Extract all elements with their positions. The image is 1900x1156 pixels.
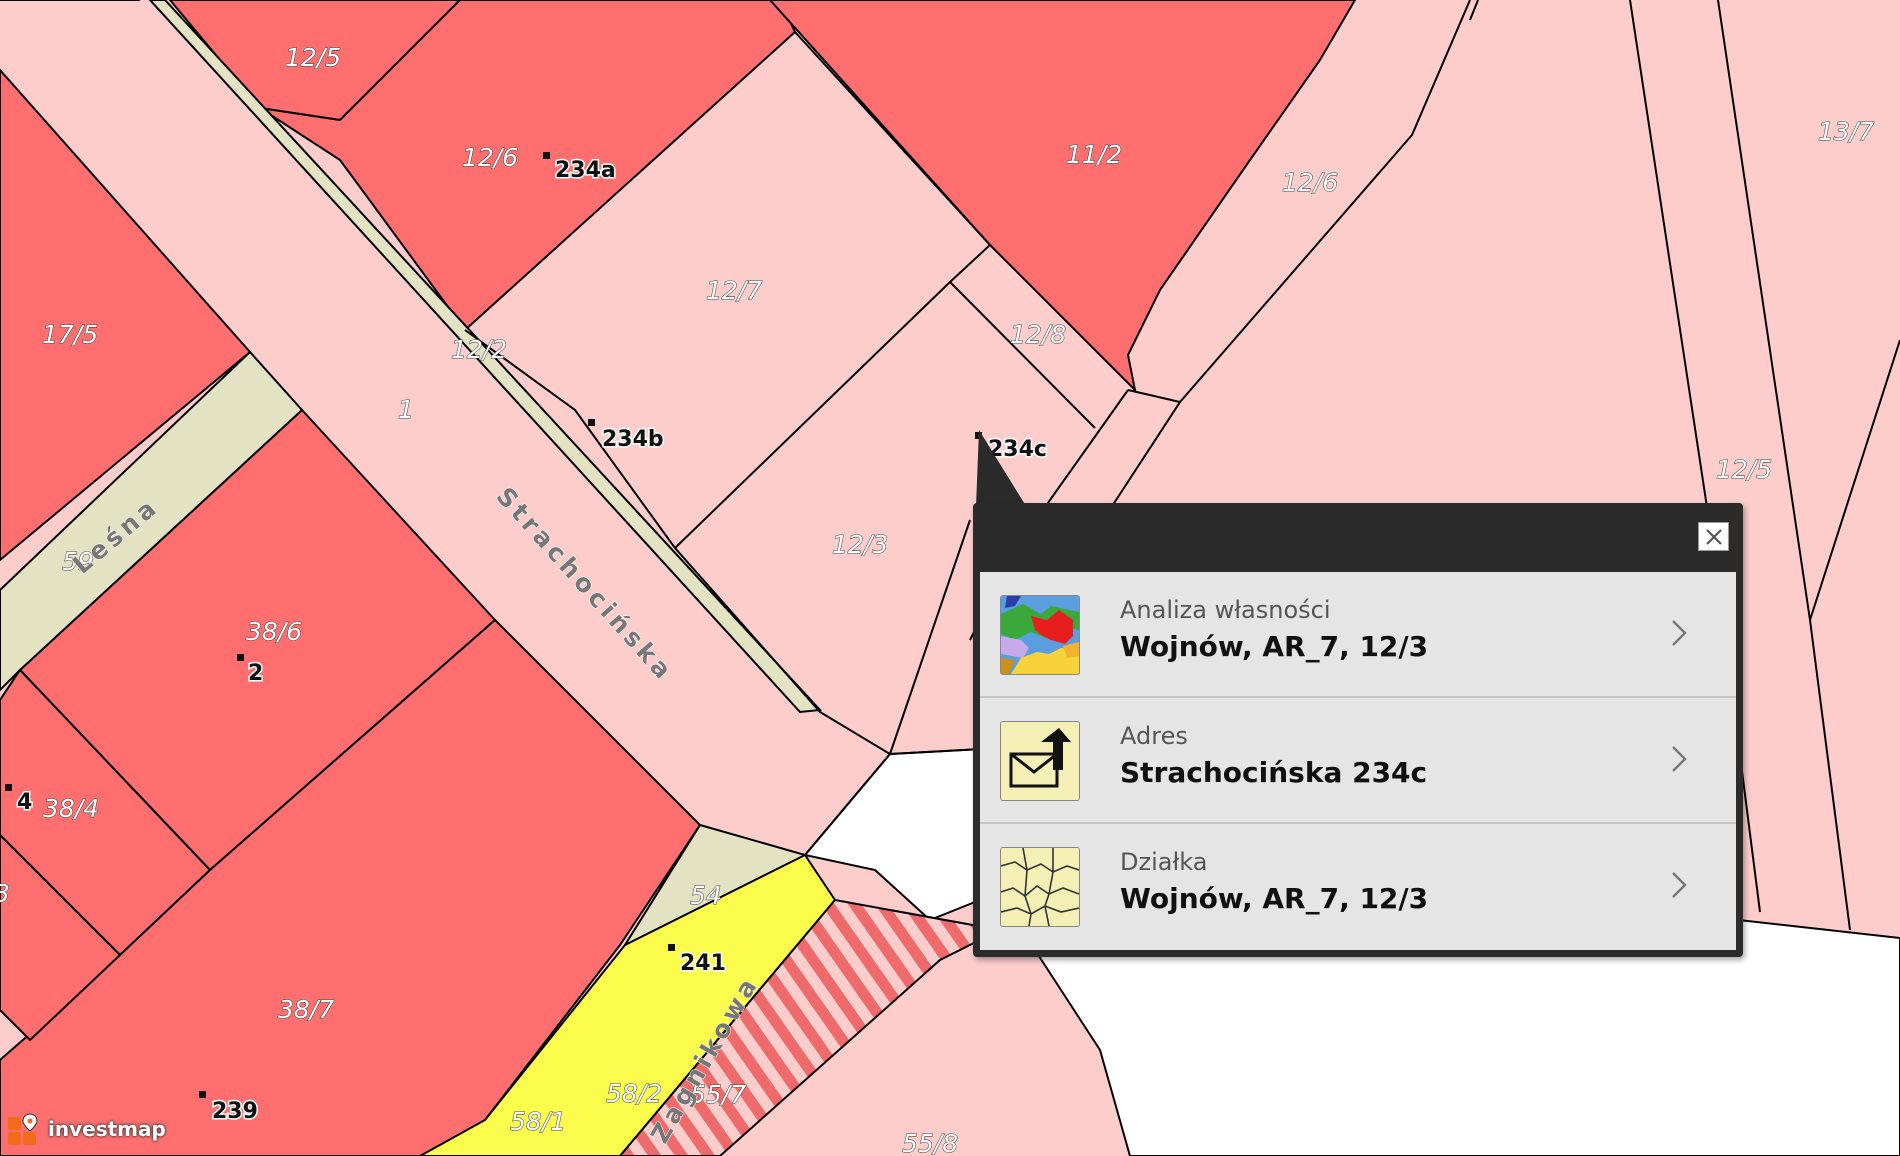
- popup-item-parcel[interactable]: Działka Wojnów, AR_7, 12/3: [980, 824, 1736, 950]
- parcel-label: 12/7: [706, 276, 762, 305]
- popup-item-value: Wojnów, AR_7, 12/3: [1120, 630, 1429, 663]
- parcel-map-icon: [1000, 847, 1080, 927]
- parcel-label: 1: [398, 395, 414, 424]
- parcel-label: 54: [690, 881, 722, 910]
- close-icon: [1706, 529, 1722, 545]
- investmap-brand[interactable]: investmap: [8, 1110, 166, 1148]
- parcel-label: 12/6: [462, 143, 518, 172]
- popup-item-value: Strachocińska 234c: [1120, 756, 1428, 789]
- popup-item-caption: Adres: [1120, 722, 1188, 750]
- close-button[interactable]: [1698, 522, 1729, 551]
- parcel-label: 58/2: [606, 1079, 662, 1108]
- address-label: 239: [212, 1099, 258, 1124]
- investmap-logo-icon: [8, 1113, 38, 1145]
- popup-items: Analiza własności Wojnów, AR_7, 12/3 Adr…: [980, 572, 1736, 950]
- info-popup: Analiza własności Wojnów, AR_7, 12/3 Adr…: [973, 503, 1743, 957]
- parcel-label: 12/5: [285, 43, 341, 72]
- chevron-right-icon: [1672, 872, 1687, 898]
- address-label: 2: [248, 661, 263, 686]
- popup-item-value: Wojnów, AR_7, 12/3: [1120, 882, 1429, 915]
- parcel-label: 38/6: [246, 617, 302, 646]
- parcel-label: 3: [0, 879, 10, 908]
- chevron-right-icon: [1672, 620, 1687, 646]
- popup-item-address[interactable]: Adres Strachocińska 234c: [980, 698, 1736, 824]
- parcel-label: 13/7: [1818, 117, 1874, 146]
- parcel-label: 11/2: [1066, 140, 1122, 169]
- parcel-label: 38/7: [278, 995, 334, 1024]
- brand-name: investmap: [48, 1117, 166, 1141]
- popup-item-caption: Działka: [1120, 848, 1208, 876]
- parcel-label: 55/8: [902, 1129, 958, 1156]
- parcel-label: 12/3: [832, 530, 888, 559]
- popup-item-ownership-analysis[interactable]: Analiza własności Wojnów, AR_7, 12/3: [980, 572, 1736, 698]
- ownership-analysis-icon: [1000, 595, 1080, 675]
- chevron-right-icon: [1672, 746, 1687, 772]
- address-label: 241: [680, 951, 726, 976]
- parcel-label: 12/2: [451, 335, 507, 364]
- parcel-label: 12/8: [1010, 320, 1066, 349]
- address-envelope-icon: [1000, 721, 1080, 801]
- address-label: 234b: [602, 427, 664, 452]
- parcel-label: 38/4: [43, 794, 99, 823]
- address-label: 4: [17, 790, 32, 815]
- parcel-label: 58/1: [510, 1107, 566, 1136]
- parcel-label: 12/5: [1716, 455, 1772, 484]
- popup-pointer: [976, 430, 1026, 506]
- parcel-label: 12/6: [1282, 168, 1338, 197]
- address-label: 234a: [555, 158, 616, 183]
- parcel-label: 17/5: [42, 320, 98, 349]
- popup-item-caption: Analiza własności: [1120, 596, 1331, 624]
